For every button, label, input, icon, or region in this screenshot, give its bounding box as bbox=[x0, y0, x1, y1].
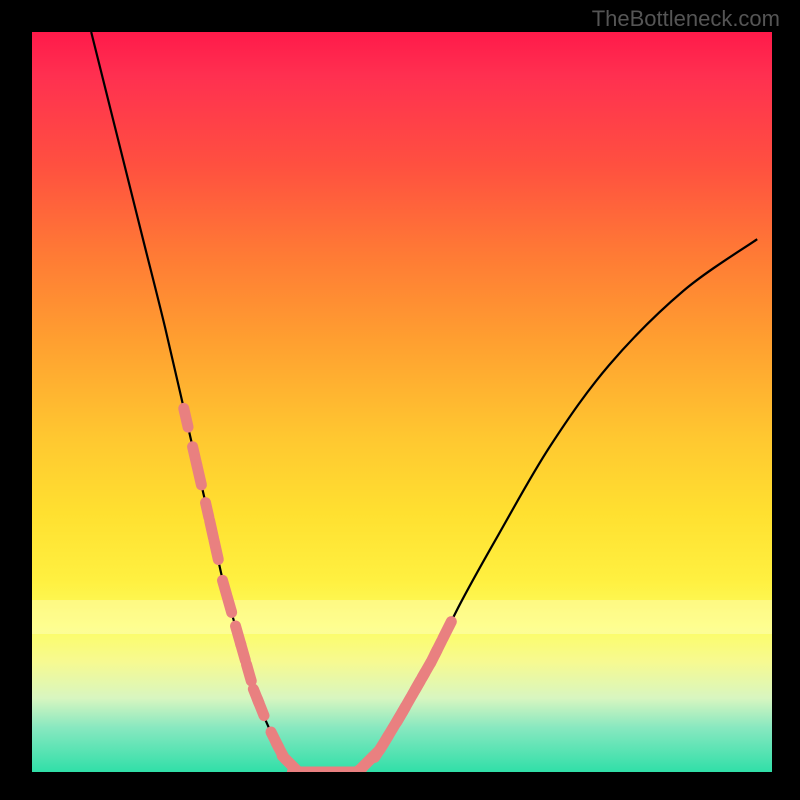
curve-line bbox=[91, 32, 757, 772]
plot-area bbox=[32, 32, 772, 772]
marker-capsule bbox=[197, 466, 201, 485]
marker-capsule bbox=[184, 408, 188, 427]
marker-capsule bbox=[257, 699, 264, 716]
data-markers bbox=[184, 408, 452, 772]
marker-capsule bbox=[206, 503, 209, 518]
marker-capsule bbox=[247, 664, 252, 680]
marker-capsule bbox=[227, 597, 232, 613]
marker-capsule bbox=[241, 644, 246, 661]
marker-capsule bbox=[443, 622, 452, 639]
attribution-text: TheBottleneck.com bbox=[592, 6, 780, 32]
chart-svg bbox=[32, 32, 772, 772]
marker-capsule bbox=[214, 540, 218, 560]
